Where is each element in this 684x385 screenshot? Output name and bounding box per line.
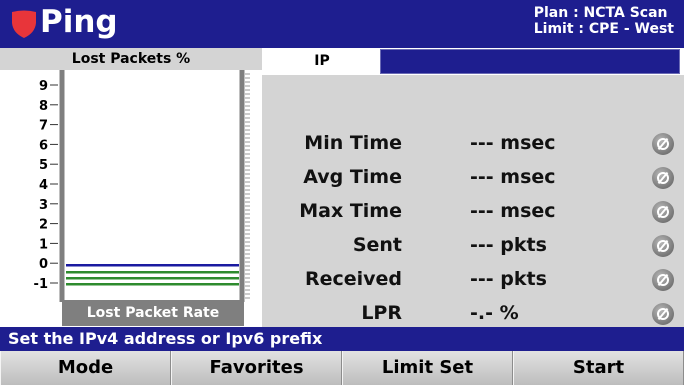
min-time-value: --- msec: [470, 132, 556, 154]
min-time-label: Min Time: [304, 132, 402, 154]
lpr-label: LPR: [361, 302, 402, 324]
y-tick-label: 2: [39, 218, 48, 233]
y-tick-label: 9: [39, 79, 48, 94]
max-time-value: --- msec: [470, 200, 556, 222]
mode-button[interactable]: Mode: [0, 351, 171, 385]
plot-area: [62, 70, 244, 302]
chart-plot: 9 8 7 6 5 4 3 2 1 0 -1: [34, 70, 250, 302]
sent-row: Sent --- pkts: [262, 228, 684, 262]
y-tick-label: 5: [39, 158, 48, 173]
y-tick-label: 6: [39, 138, 48, 153]
ip-address-field[interactable]: [380, 49, 680, 74]
limit-set-button[interactable]: Limit Set: [342, 351, 513, 385]
min-time-row: Min Time --- msec: [262, 126, 684, 160]
received-row: Received --- pkts: [262, 262, 684, 296]
status-text: Set the IPv4 address or Ipv6 prefix: [8, 329, 323, 348]
limit-status-icon: [652, 133, 674, 155]
plan-label: Plan : NCTA Scan: [533, 5, 668, 21]
y-tick-label: 3: [39, 198, 48, 213]
title-bar: Ping Plan : NCTA Scan Limit : CPE - West: [0, 0, 684, 48]
limit-status-icon: [652, 235, 674, 257]
ip-label: IP: [266, 48, 378, 75]
y-tick-label: 4: [39, 178, 48, 193]
y-tick-label: 0: [39, 257, 48, 272]
avg-time-row: Avg Time --- msec: [262, 160, 684, 194]
sent-label: Sent: [352, 234, 402, 256]
lpr-value: -.- %: [470, 302, 519, 324]
limit-status-icon: [652, 303, 674, 325]
chart-title: Lost Packets %: [0, 48, 262, 70]
sent-value: --- pkts: [470, 234, 547, 256]
plan-info: Plan : NCTA Scan Limit : CPE - West: [534, 5, 674, 37]
max-time-label: Max Time: [299, 200, 402, 222]
received-value: --- pkts: [470, 268, 547, 290]
lost-packets-chart: Lost Packets % 9 8 7 6 5 4 3 2 1 0 -1 Lost Packet …: [0, 48, 262, 327]
y-tick-label: 8: [39, 99, 48, 114]
page-title: Ping: [40, 4, 118, 40]
y-tick-label: 7: [39, 119, 48, 134]
y-tick-label: -1: [34, 277, 48, 292]
received-label: Received: [304, 268, 402, 290]
start-button[interactable]: Start: [513, 351, 684, 385]
lpr-row: LPR -.- %: [262, 296, 684, 330]
softkey-bar: Mode Favorites Limit Set Start: [0, 351, 684, 385]
max-time-row: Max Time --- msec: [262, 194, 684, 228]
limit-status-icon: [652, 269, 674, 291]
chart-footer-label: Lost Packet Rate: [62, 300, 244, 326]
favorites-button[interactable]: Favorites: [171, 351, 342, 385]
status-message: Set the IPv4 address or Ipv6 prefix: [0, 327, 684, 351]
shield-icon: [12, 10, 36, 38]
y-tick-label: 1: [39, 237, 48, 252]
limit-label: Limit : CPE - West: [533, 21, 674, 37]
avg-time-value: --- msec: [470, 166, 556, 188]
limit-status-icon: [652, 167, 674, 189]
limit-status-icon: [652, 201, 674, 223]
avg-time-label: Avg Time: [303, 166, 402, 188]
